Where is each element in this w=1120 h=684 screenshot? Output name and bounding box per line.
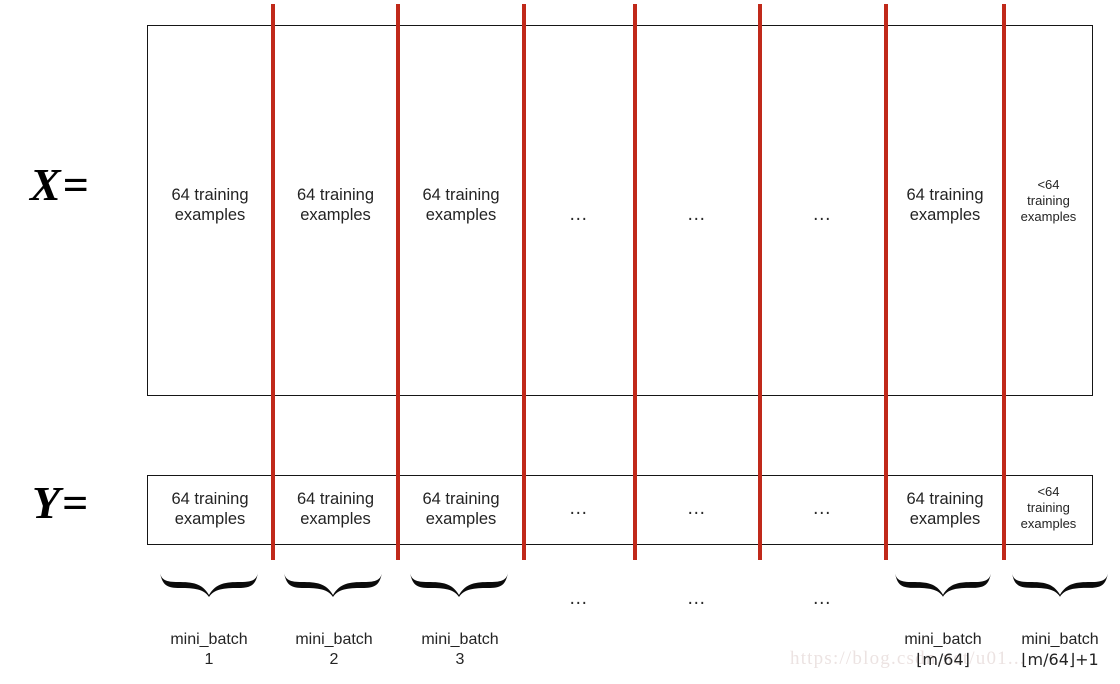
- matrix-label-y-symbol: Y: [32, 477, 63, 528]
- minibatch-caption-1: mini_batch 1: [148, 630, 270, 670]
- minibatch-caption-3-index: 3: [455, 651, 465, 668]
- separator-line-3: [522, 4, 526, 560]
- x-cell-7: 64 training examples: [906, 186, 984, 224]
- matrix-label-x-symbol: X: [30, 159, 63, 210]
- minibatch-caption-1-name: mini_batch: [170, 631, 248, 648]
- matrix-label-y-equals: =: [62, 477, 91, 528]
- y-cell-1: 64 training examples: [171, 490, 249, 528]
- x-cell-ellipsis-2: …: [686, 204, 709, 225]
- separator-line-6: [884, 4, 888, 560]
- y-cell-7: 64 training examples: [906, 490, 984, 528]
- brace-minibatch-8: [1010, 568, 1110, 598]
- brace-minibatch-3: [408, 568, 510, 598]
- separator-line-7: [1002, 4, 1006, 560]
- minibatch-caption-2-name: mini_batch: [295, 631, 373, 648]
- separator-line-5: [758, 4, 762, 560]
- minibatch-caption-7-index: ⌊m/64⌋: [916, 650, 970, 669]
- y-cell-8: <64 training examples: [1020, 484, 1077, 531]
- minibatch-caption-2: mini_batch 2: [273, 630, 395, 670]
- x-cell-8: <64 training examples: [1020, 177, 1077, 224]
- minibatch-caption-2-index: 2: [329, 651, 339, 668]
- matrix-label-y: Y=: [32, 480, 90, 526]
- separator-line-1: [271, 4, 275, 560]
- bottom-ellipsis-2: …: [686, 588, 709, 609]
- minibatch-caption-7: mini_batch ⌊m/64⌋: [884, 630, 1002, 670]
- brace-minibatch-1: [158, 568, 260, 598]
- x-cell-2: 64 training examples: [296, 186, 375, 224]
- minibatch-caption-3: mini_batch 3: [399, 630, 521, 670]
- separator-line-2: [396, 4, 400, 560]
- y-cell-2: 64 training examples: [296, 490, 375, 528]
- matrix-label-x: X=: [30, 162, 91, 208]
- x-cell-1: 64 training examples: [171, 186, 249, 224]
- y-cell-ellipsis-3: …: [812, 498, 834, 519]
- matrix-label-x-equals: =: [62, 159, 91, 210]
- y-cell-ellipsis-1: …: [568, 498, 591, 519]
- y-cell-3: 64 training examples: [422, 490, 500, 528]
- minibatch-caption-8-index: ⌊m/64⌋+1: [1021, 650, 1099, 669]
- minibatch-diagram: X= 64 training examples 64 training exam…: [0, 0, 1120, 684]
- minibatch-caption-8: mini_batch ⌊m/64⌋+1: [1001, 630, 1119, 670]
- brace-minibatch-7: [893, 568, 993, 598]
- y-cell-ellipsis-2: …: [686, 498, 709, 519]
- minibatch-caption-7-name: mini_batch: [904, 631, 982, 648]
- minibatch-caption-3-name: mini_batch: [421, 631, 499, 648]
- bottom-ellipsis-3: …: [812, 588, 834, 609]
- separator-line-4: [633, 4, 637, 560]
- x-cell-ellipsis-3: …: [812, 204, 834, 225]
- bottom-ellipsis-1: …: [568, 588, 591, 609]
- brace-minibatch-2: [282, 568, 384, 598]
- minibatch-caption-1-index: 1: [204, 651, 214, 668]
- minibatch-caption-8-name: mini_batch: [1021, 631, 1099, 648]
- x-cell-3: 64 training examples: [422, 186, 500, 224]
- x-cell-ellipsis-1: …: [568, 204, 591, 225]
